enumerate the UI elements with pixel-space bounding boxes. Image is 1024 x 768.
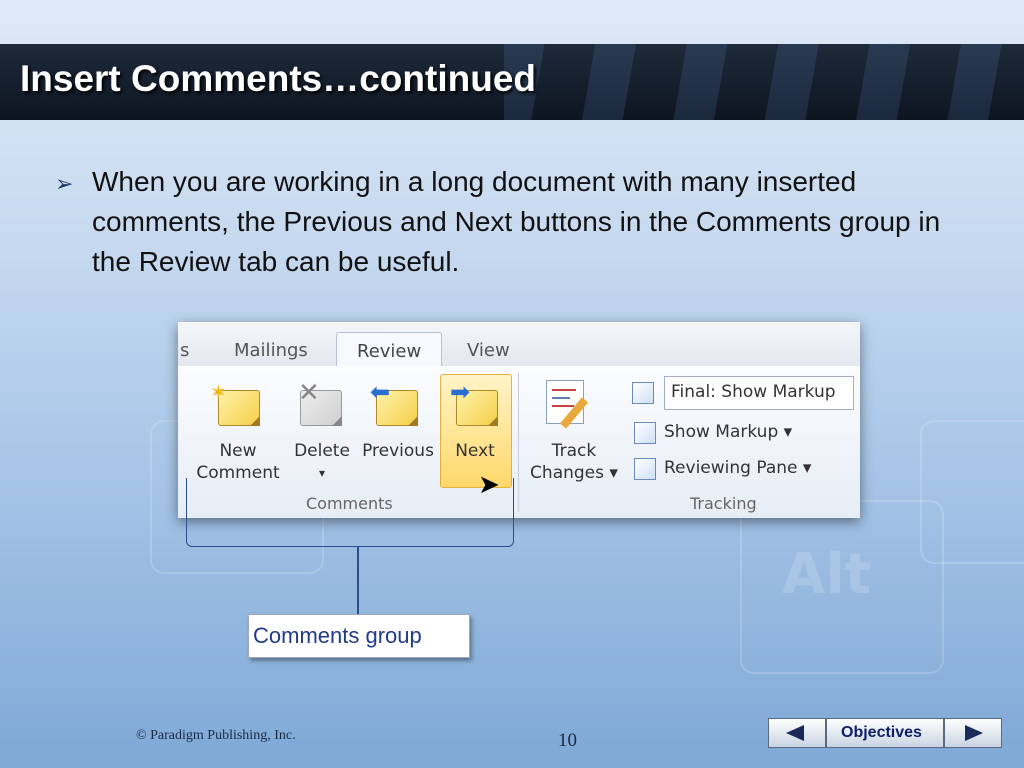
objectives-button[interactable]: Objectives: [826, 718, 944, 748]
new-comment-label-1: New: [219, 441, 257, 461]
previous-label: Previous: [362, 441, 434, 461]
show-markup-button[interactable]: Show Markup ▾: [664, 422, 792, 442]
display-for-review-icon: [632, 382, 654, 404]
delete-label: Delete: [294, 441, 350, 461]
tab-review[interactable]: Review: [336, 332, 442, 368]
bullet-text: When you are working in a long document …: [92, 166, 941, 277]
background-key: Alt: [740, 500, 944, 674]
objectives-label: Objectives: [841, 724, 922, 741]
prev-slide-icon: [786, 725, 804, 741]
copyright-text: © Paradigm Publishing, Inc.: [136, 728, 296, 743]
title-bar: Insert Comments…continued: [0, 44, 1024, 120]
tab-partial[interactable]: s: [180, 340, 189, 361]
tab-view[interactable]: View: [467, 340, 510, 361]
comments-group-bracket: [186, 478, 514, 547]
tab-review-label: Review: [357, 341, 422, 362]
comments-group-callout: Comments group: [248, 614, 470, 658]
callout-label: Comments group: [253, 623, 422, 648]
prev-slide-button[interactable]: [768, 718, 826, 748]
show-markup-icon: [634, 422, 656, 444]
next-slide-icon: [965, 725, 983, 741]
bullet-arrow-icon: ➢: [55, 172, 74, 197]
previous-arrow-icon: ⬅: [370, 378, 391, 406]
track-changes-label-1: Track: [551, 441, 597, 461]
reviewing-pane-icon: [634, 458, 656, 480]
background-key: [920, 420, 1024, 564]
new-star-icon: ✶: [210, 380, 227, 404]
delete-x-icon: ✕: [298, 378, 320, 408]
slide-navigation: Objectives: [768, 718, 1002, 748]
tracking-group-label: Tracking: [690, 494, 757, 513]
track-changes-label-2: Changes ▾: [530, 463, 618, 483]
ribbon-tab-bar: s Mailings Review View: [178, 322, 860, 368]
reviewing-pane-button[interactable]: Reviewing Pane ▾: [664, 458, 811, 478]
group-separator: [518, 372, 519, 512]
display-for-review-value: Final: Show Markup: [671, 382, 836, 402]
tab-mailings[interactable]: Mailings: [234, 340, 308, 361]
display-for-review-dropdown[interactable]: Final: Show Markup: [664, 376, 854, 410]
next-slide-button[interactable]: [944, 718, 1002, 748]
next-label: Next: [455, 441, 495, 461]
page-number: 10: [558, 730, 577, 751]
callout-connector: [357, 546, 359, 616]
next-arrow-icon: ➡: [450, 378, 471, 406]
slide-title: Insert Comments…continued: [20, 58, 536, 99]
